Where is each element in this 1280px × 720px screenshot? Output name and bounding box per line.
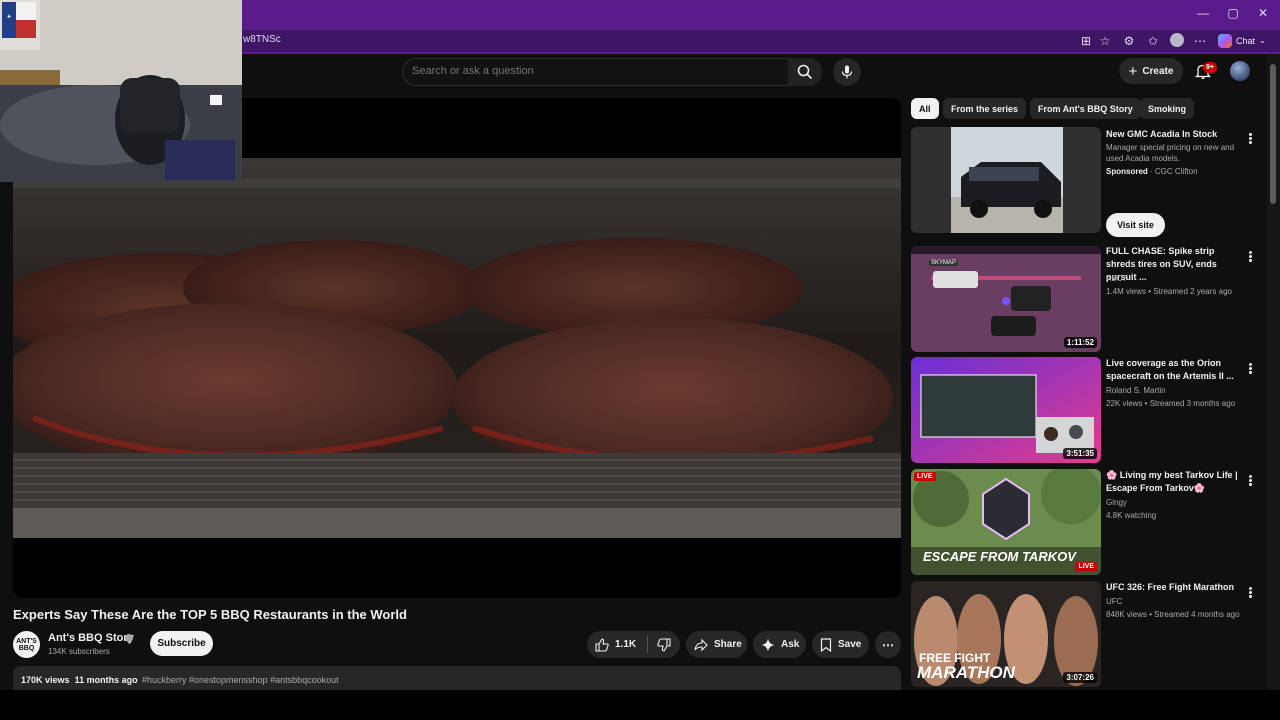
- account-avatar[interactable]: [1230, 61, 1250, 81]
- chip-from-the-series[interactable]: From the series: [943, 98, 1027, 119]
- save-button[interactable]: Save: [812, 631, 869, 658]
- subscriber-count: 134K subscribers: [48, 647, 110, 656]
- view-count-and-date: 170K views 11 months ago: [21, 675, 138, 685]
- live-badge: LIVE: [914, 472, 936, 481]
- copilot-chat-button[interactable]: Chat ⌄: [1218, 32, 1266, 49]
- share-arrow-icon: [694, 638, 708, 651]
- search-input[interactable]: [412, 65, 772, 77]
- close-window-button[interactable]: ✕: [1248, 6, 1278, 20]
- rec-menu-icon[interactable]: [1246, 474, 1254, 487]
- chip-from-channel[interactable]: From Ant's BBQ Story: [1030, 98, 1141, 119]
- more-menu-icon[interactable]: ⋯: [1192, 33, 1208, 49]
- rec-thumbnail-1[interactable]: SKYMAP 1:11:52: [911, 246, 1101, 352]
- scrollbar-thumb[interactable]: [1270, 64, 1276, 204]
- chip-all[interactable]: All: [911, 98, 939, 119]
- view-count: 170K views: [21, 675, 70, 685]
- create-button[interactable]: + Create: [1119, 58, 1183, 84]
- duration-badge: 1:11:52: [1063, 337, 1097, 348]
- ask-button[interactable]: Ask: [753, 631, 806, 658]
- ask-label: Ask: [781, 639, 800, 650]
- duration-badge: 3:51:35: [1063, 448, 1097, 459]
- skymap-caption: SKYMAP: [929, 260, 959, 266]
- like-button[interactable]: 1.1K: [587, 631, 647, 658]
- plus-icon: +: [1128, 62, 1138, 80]
- chip-smoking[interactable]: Smoking: [1140, 98, 1195, 119]
- search-icon: [797, 64, 813, 80]
- ad-menu-icon[interactable]: [1246, 132, 1254, 145]
- minimize-button[interactable]: —: [1188, 6, 1218, 20]
- notification-count-badge: 9+: [1203, 62, 1217, 73]
- split-screen-icon[interactable]: ⊞: [1078, 33, 1094, 49]
- more-horizontal-icon: ⋯: [882, 637, 894, 652]
- advertiser-name: · CGC Clifton: [1150, 167, 1198, 176]
- chevron-down-icon: ⌄: [1259, 36, 1266, 45]
- maximize-button[interactable]: ▢: [1218, 6, 1248, 20]
- rec-title-3[interactable]: 🌸 Living my best Tarkov Life | Escape Fr…: [1106, 469, 1246, 495]
- share-button[interactable]: Share: [686, 631, 747, 658]
- channel-avatar[interactable]: ANT'S BBQ: [13, 631, 40, 658]
- browser-profile-avatar[interactable]: [1170, 33, 1184, 47]
- favorite-star-icon[interactable]: ☆: [1097, 33, 1113, 49]
- address-url: w8TNSc: [243, 34, 281, 45]
- create-label: Create: [1142, 65, 1174, 77]
- rec-menu-icon[interactable]: [1246, 586, 1254, 599]
- rec-title-4[interactable]: UFC 326: Free Fight Marathon: [1106, 581, 1246, 594]
- ufc-thumb-line2: MARATHON: [917, 663, 1015, 682]
- rec-menu-icon[interactable]: [1246, 362, 1254, 375]
- taskbar-area: [0, 690, 1280, 720]
- verified-check-icon: [125, 634, 133, 642]
- favorites-icon[interactable]: ✩: [1145, 33, 1161, 49]
- microphone-icon: [841, 65, 853, 79]
- rec-thumbnail-2[interactable]: 3:51:35: [911, 357, 1101, 463]
- rec-thumbnail-4[interactable]: FREE FIGHT MARATHON 3:07:26: [911, 581, 1101, 687]
- sponsored-label: Sponsored: [1106, 167, 1148, 176]
- video-title: Experts Say These Are the TOP 5 BBQ Rest…: [13, 607, 407, 622]
- extensions-icon[interactable]: ⚙: [1121, 33, 1137, 49]
- rec-thumbnail-3[interactable]: LIVE ESCAPE FROM TARKOV LIVE: [911, 469, 1101, 575]
- voice-search-button[interactable]: [833, 58, 861, 86]
- screen: — ▢ ✕ w8TNSc ⊞ ☆ ⚙ ✩ ⋯ Chat ⌄ + Create 9…: [0, 0, 1280, 720]
- duration-badge: 3:07:26: [1063, 672, 1097, 683]
- share-label: Share: [714, 639, 742, 650]
- rec-meta-2: 22K views • Streamed 3 months ago: [1106, 399, 1236, 408]
- like-count: 1.1K: [615, 639, 637, 650]
- subscribe-button[interactable]: Subscribe: [150, 631, 213, 656]
- video-frame: [13, 158, 901, 538]
- ad-description: Manager special pricing on new and used …: [1106, 143, 1235, 163]
- ad-thumbnail[interactable]: [911, 127, 1101, 233]
- rec-channel-2[interactable]: Roland S. Martin: [1106, 385, 1166, 396]
- like-dislike-group: 1.1K: [587, 631, 680, 658]
- search-button[interactable]: [788, 58, 822, 86]
- tarkov-thumb-text: ESCAPE FROM TARKOV: [923, 549, 1076, 564]
- more-actions-button[interactable]: ⋯: [875, 631, 901, 658]
- rec-channel-4[interactable]: UFC: [1106, 596, 1122, 607]
- sparkle-icon: [761, 638, 775, 651]
- webcam-overlay: [0, 0, 242, 182]
- rec-channel-1[interactable]: ABC7: [1106, 273, 1127, 284]
- rec-meta-3: 4.8K watching: [1106, 511, 1157, 520]
- copilot-icon: [1218, 33, 1232, 48]
- dislike-button[interactable]: [648, 631, 680, 658]
- live-now-badge: LIVE: [1075, 562, 1097, 571]
- hashtags[interactable]: #huckberry #onestopmensshop #antsbbqcook…: [142, 675, 339, 685]
- upload-age: 11 months ago: [74, 675, 138, 685]
- bookmark-icon: [820, 637, 832, 652]
- suv-image: [951, 127, 1063, 233]
- rec-channel-3[interactable]: Gingy: [1106, 497, 1127, 508]
- thumbs-down-icon: [657, 637, 671, 652]
- save-label: Save: [838, 639, 862, 650]
- ad-sponsor-line: Sponsored · CGC Clifton: [1106, 166, 1198, 177]
- thumbs-up-icon: [595, 637, 609, 652]
- visit-site-button[interactable]: Visit site: [1106, 213, 1165, 237]
- channel-name[interactable]: Ant's BBQ Story: [48, 632, 134, 644]
- rec-menu-icon[interactable]: [1246, 250, 1254, 263]
- chat-label: Chat: [1236, 35, 1256, 46]
- rec-title-1[interactable]: FULL CHASE: Spike strip shreds tires on …: [1106, 245, 1246, 284]
- rec-meta-1: 1.4M views • Streamed 2 years ago: [1106, 287, 1232, 296]
- ad-title[interactable]: New GMC Acadia In Stock: [1106, 128, 1246, 141]
- rec-meta-4: 848K views • Streamed 4 months ago: [1106, 610, 1240, 619]
- rec-title-2[interactable]: Live coverage as the Orion spacecraft on…: [1106, 357, 1246, 383]
